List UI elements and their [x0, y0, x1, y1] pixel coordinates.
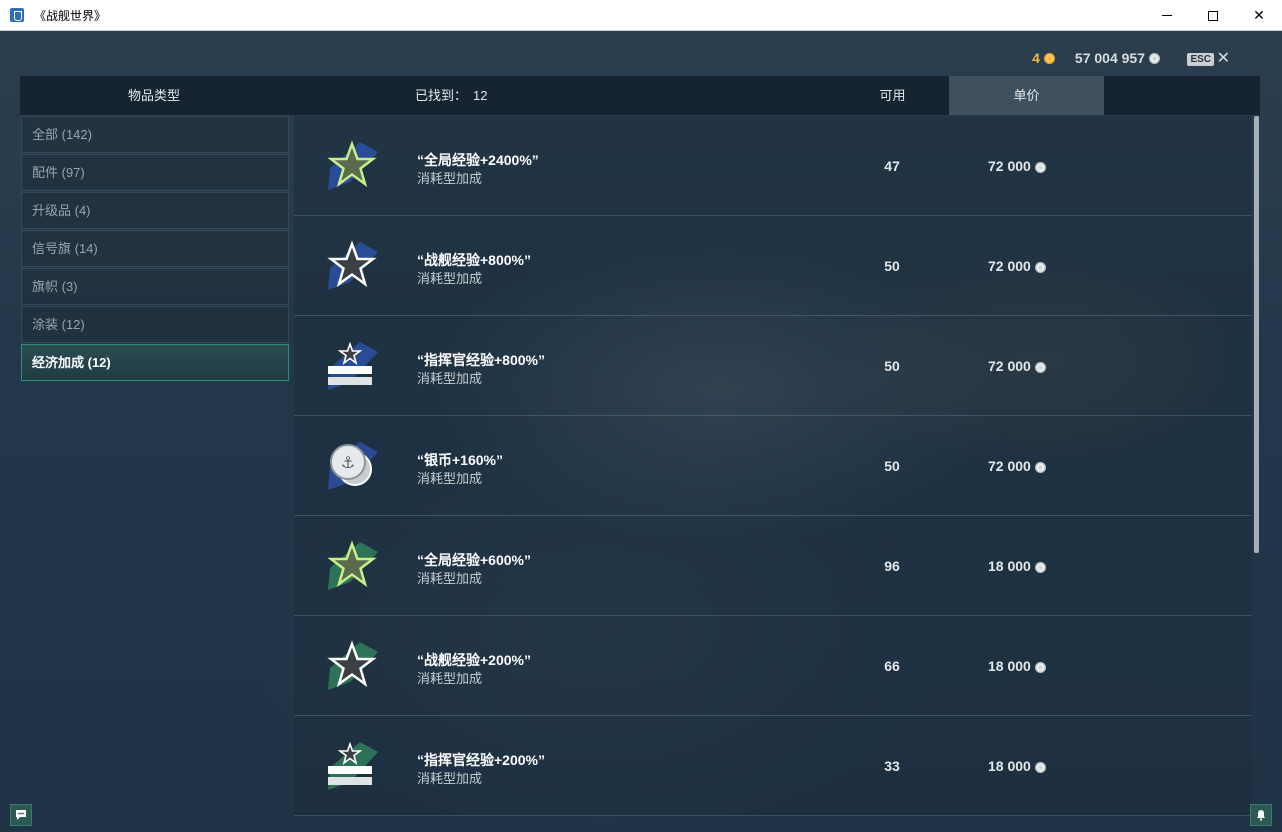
green-star-icon: [327, 140, 378, 190]
list-item[interactable]: ⚓ “银币+160%” 消耗型加成 50 72 000: [294, 416, 1252, 516]
item-type: 消耗型加成: [417, 771, 483, 786]
list-item[interactable]: “指挥官经验+800%” 消耗型加成 50 72 000: [294, 316, 1252, 416]
table-header: 物品类型 已找到： 12 可用 单价: [20, 76, 1260, 115]
category-upgrades[interactable]: 升级品 (4): [21, 192, 289, 229]
credits-coin-icon: [1034, 161, 1046, 173]
item-available: 66: [884, 658, 900, 674]
header-item-type: 物品类型: [127, 88, 180, 103]
gold-coin-icon: [1043, 52, 1055, 64]
price-value: 72 000: [988, 258, 1031, 274]
minimize-button[interactable]: [1144, 0, 1190, 31]
price-value: 18 000: [988, 658, 1031, 674]
category-signals[interactable]: 信号旗 (14): [21, 230, 289, 267]
header-found: 已找到： 12: [415, 76, 487, 115]
app-icon: [10, 8, 24, 22]
category-flags[interactable]: 旗帜 (3): [21, 268, 289, 305]
price-value: 18 000: [988, 558, 1031, 574]
maximize-icon: [1208, 10, 1218, 21]
price-value: 72 000: [988, 158, 1031, 174]
window-title: 《战舰世界》: [34, 8, 107, 23]
item-type: 消耗型加成: [417, 171, 483, 186]
list-item[interactable]: “指挥官经验+200%” 消耗型加成 33 18 000: [294, 716, 1252, 816]
found-label: 已找到：: [415, 88, 468, 103]
item-name: “战舰经验+200%”: [417, 652, 531, 668]
item-available: 50: [884, 358, 900, 374]
currency-bar: 4 57 004 957: [1032, 50, 1160, 66]
item-price: 18 000: [988, 658, 1046, 674]
outline-star-icon: [327, 640, 378, 690]
close-icon: ✕: [1253, 7, 1265, 23]
item-name: “指挥官经验+800%”: [417, 352, 545, 368]
notifications-button[interactable]: [1250, 804, 1272, 826]
list-item[interactable]: “全局经验+600%” 消耗型加成 96 18 000: [294, 516, 1252, 616]
item-price: 18 000: [988, 758, 1046, 774]
found-count: 12: [473, 88, 488, 103]
item-price: 72 000: [988, 458, 1046, 474]
item-list: “全局经验+2400%” 消耗型加成 47 72 000 “战舰经验+800%”…: [294, 116, 1252, 832]
category-camouflages[interactable]: 涂装 (12): [21, 306, 289, 343]
item-type: 消耗型加成: [417, 671, 483, 686]
esc-key-hint[interactable]: ESC: [1187, 53, 1214, 66]
commander-insignia-icon: [328, 341, 378, 390]
header-available-sort[interactable]: 可用: [850, 76, 935, 115]
item-name: “全局经验+600%”: [417, 552, 531, 568]
credits-coin-icon: [1034, 661, 1046, 673]
category-economic-boosters[interactable]: 经济加成 (12): [21, 344, 289, 381]
silver-coins-icon: ⚓: [328, 442, 378, 490]
list-scrollbar[interactable]: [1254, 116, 1259, 553]
credits-coin-icon: [1149, 52, 1160, 64]
item-name: “银币+160%”: [417, 452, 503, 468]
item-available: 96: [884, 558, 900, 574]
close-window-button[interactable]: ✕: [1236, 0, 1282, 31]
item-name: “全局经验+2400%”: [417, 152, 539, 168]
close-screen-button[interactable]: ✕: [1217, 48, 1230, 68]
item-available: 33: [884, 758, 900, 774]
list-item[interactable]: “战舰经验+800%” 消耗型加成 50 72 000: [294, 216, 1252, 316]
price-value: 72 000: [988, 358, 1031, 374]
header-unit-price-sort[interactable]: 单价: [949, 76, 1104, 115]
commander-insignia-icon: [328, 741, 378, 790]
gold-amount: 4: [1032, 50, 1040, 66]
item-name: “指挥官经验+200%”: [417, 752, 545, 768]
svg-text:⚓: ⚓: [341, 453, 355, 472]
item-available: 50: [884, 258, 900, 274]
credits-coin-icon: [1034, 261, 1046, 273]
credits-coin-icon: [1034, 361, 1046, 373]
price-value: 72 000: [988, 458, 1031, 474]
credits-coin-icon: [1034, 461, 1046, 473]
item-price: 18 000: [988, 558, 1046, 574]
category-modules[interactable]: 配件 (97): [21, 154, 289, 191]
green-star-icon: [327, 540, 378, 590]
category-sidebar: 全部 (142) 配件 (97) 升级品 (4) 信号旗 (14) 旗帜 (3)…: [21, 116, 289, 382]
outline-star-icon: [327, 240, 378, 290]
item-price: 72 000: [988, 358, 1046, 374]
item-type: 消耗型加成: [417, 571, 483, 586]
credits-amount: 57 004 957: [1074, 50, 1145, 66]
item-available: 47: [884, 158, 900, 174]
window-titlebar: 《战舰世界》 ✕: [0, 0, 1282, 31]
chat-button[interactable]: [10, 804, 32, 826]
list-item[interactable]: “全局经验+2400%” 消耗型加成 47 72 000: [294, 116, 1252, 216]
item-type: 消耗型加成: [417, 471, 483, 486]
window-controls: ✕: [1144, 0, 1282, 31]
maximize-button[interactable]: [1190, 0, 1236, 31]
item-available: 50: [884, 458, 900, 474]
minimize-icon: [1162, 15, 1172, 16]
credits-coin-icon: [1034, 561, 1046, 573]
credits-coin-icon: [1034, 761, 1046, 773]
price-value: 18 000: [988, 758, 1031, 774]
item-price: 72 000: [988, 258, 1046, 274]
chat-icon: [16, 810, 26, 820]
game-area: 4 57 004 957 ESC ✕ 物品类型 已找到： 12 可用 单价 全部 …: [0, 31, 1282, 832]
bell-icon: [1257, 810, 1265, 821]
item-type: 消耗型加成: [417, 371, 483, 386]
category-all[interactable]: 全部 (142): [21, 116, 289, 153]
list-item[interactable]: “战舰经验+200%” 消耗型加成 66 18 000: [294, 616, 1252, 716]
item-name: “战舰经验+800%”: [417, 252, 531, 268]
item-price: 72 000: [988, 158, 1046, 174]
item-type: 消耗型加成: [417, 271, 483, 286]
